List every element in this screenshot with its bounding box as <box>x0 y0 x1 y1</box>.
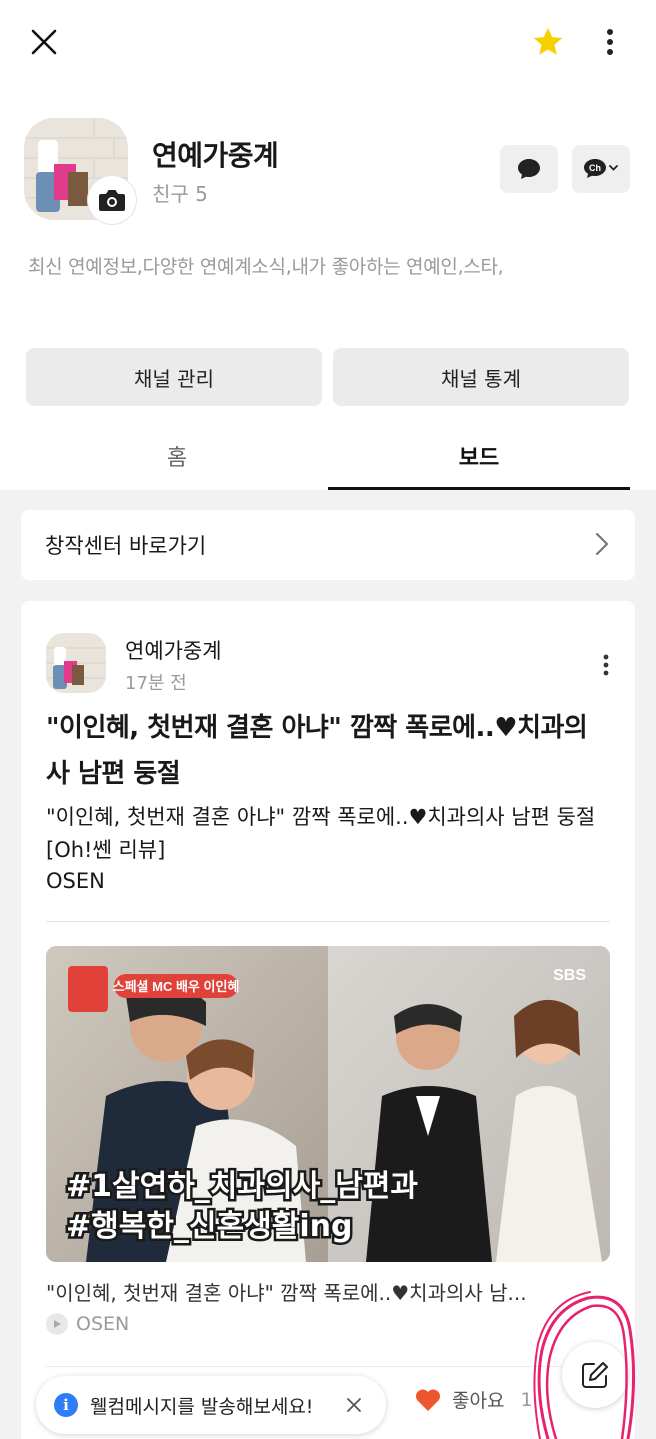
like-label: 좋아요 <box>452 1390 505 1412</box>
channel-manage-button[interactable]: 채널 관리 <box>26 348 322 406</box>
more-options-button[interactable] <box>588 18 632 66</box>
change-photo-button[interactable] <box>88 176 136 224</box>
channel-ch-icon: Ch <box>584 159 618 178</box>
article-thumbnail[interactable]: 스페셜 MC 배우 이인혜 SBS #1살연하_치과의사_남편과 #행복한_신혼… <box>46 946 610 1262</box>
info-icon: i <box>54 1393 78 1417</box>
post-divider <box>46 921 610 922</box>
post-body: "이인혜, 첫번재 결혼 아냐" 깜짝 폭로에..♥치과의사 남편 둥절 [Oh… <box>46 805 596 862</box>
post-title[interactable]: "이인혜, 첫번재 결혼 아냐" 깜짝 폭로에..♥치과의사 남편 둥절 <box>46 705 606 797</box>
write-post-button[interactable] <box>562 1342 628 1408</box>
toast-text: 웰컴메시지를 발송해보세요! <box>90 1395 314 1418</box>
play-icon <box>46 1313 68 1335</box>
post-source: OSEN <box>46 869 105 893</box>
close-icon <box>31 29 57 55</box>
friend-count[interactable]: 친구 5 <box>152 178 208 207</box>
thumbnail-badge-text: 스페셜 MC 배우 이인혜 <box>113 979 240 994</box>
channel-name: 연예가중계 <box>152 139 279 172</box>
close-icon <box>347 1398 361 1412</box>
link-source-label: OSEN <box>76 1313 130 1335</box>
channel-header-panel: 연예가중계 친구 5 Ch 최신 연예정보,다양한 연예계소식,내가 좋아하는 … <box>0 0 656 490</box>
post-timestamp: 17분 전 <box>125 673 187 694</box>
chevron-right-icon <box>595 532 609 556</box>
welcome-message-toast[interactable]: i 웰컴메시지를 발송해보세요! <box>36 1376 386 1434</box>
thumbnail-caption-line1: #1살연하_치과의사_남편과 <box>66 1169 418 1204</box>
more-vertical-icon <box>603 654 609 676</box>
top-bar <box>0 0 656 84</box>
thumbnail-caption-line2: #행복한_신혼생활ing <box>66 1209 352 1244</box>
channel-menu-button[interactable]: Ch <box>572 145 630 193</box>
channel-description: 최신 연예정보,다양한 연예계소식,내가 좋아하는 연예인,스타, <box>28 256 504 278</box>
speech-bubble-icon <box>518 159 540 179</box>
like-count: 1 <box>520 1388 533 1411</box>
channel-stats-button[interactable]: 채널 통계 <box>333 348 629 406</box>
close-button[interactable] <box>20 18 68 66</box>
edit-pencil-icon <box>582 1362 608 1388</box>
chat-button[interactable] <box>500 145 558 193</box>
svg-text:Ch: Ch <box>589 163 601 173</box>
more-vertical-icon <box>607 29 613 55</box>
tab-home[interactable]: 홈 <box>26 430 328 490</box>
toast-close-button[interactable] <box>340 1391 368 1419</box>
post-card: 연예가중계 17분 전 "이인혜, 첫번재 결혼 아냐" 깜짝 폭로에..♥치과… <box>21 601 635 1439</box>
link-preview-title[interactable]: "이인혜, 첫번재 결혼 아냐" 깜짝 폭로에..♥치과의사 남... <box>46 1277 606 1306</box>
like-button[interactable]: 좋아요 1 <box>414 1386 533 1413</box>
tab-board[interactable]: 보드 <box>328 430 630 490</box>
favorite-button[interactable] <box>524 18 572 66</box>
post-action-divider <box>46 1366 610 1367</box>
creator-center-link[interactable]: 창작센터 바로가기 <box>21 510 635 580</box>
link-preview-source: OSEN <box>46 1313 129 1335</box>
creator-center-label: 창작센터 바로가기 <box>45 534 207 558</box>
camera-icon <box>99 190 125 211</box>
post-more-button[interactable] <box>591 647 621 683</box>
post-author-avatar[interactable] <box>46 633 106 693</box>
post-author-name[interactable]: 연예가중계 <box>125 635 222 665</box>
thumbnail-network-text: SBS <box>553 967 586 984</box>
star-icon <box>533 27 563 55</box>
heart-icon <box>415 1388 441 1411</box>
